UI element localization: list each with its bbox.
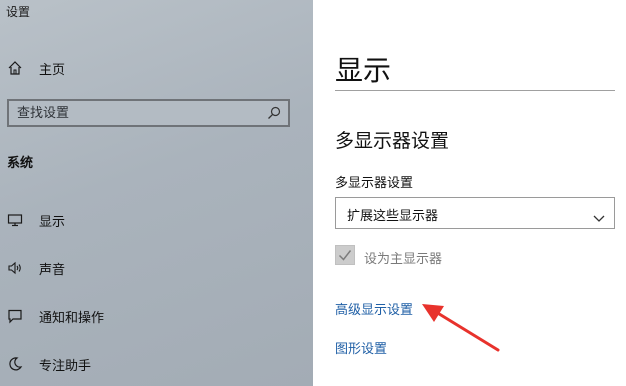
multiple-displays-dropdown[interactable]: 扩展这些显示器 [335,197,615,229]
title-divider [335,90,615,91]
monitor-icon [7,212,23,228]
red-arrow-annotation [422,304,500,352]
sidebar-item-focus-assist[interactable]: 专注助手 [0,349,313,379]
sidebar-item-home[interactable]: 主页 [0,53,313,83]
search-icon[interactable] [266,105,282,121]
sidebar-item-display[interactable]: 显示 [0,205,313,235]
sidebar-item-label: 显示 [39,214,66,230]
notification-icon [7,308,23,324]
sidebar-item-label: 通知和操作 [39,310,105,326]
sidebar-item-notifications[interactable]: 通知和操作 [0,301,313,331]
page-title: 显示 [335,54,392,87]
search-box[interactable] [7,99,290,127]
speaker-icon [7,260,23,276]
sidebar-item-label: 专注助手 [39,358,92,374]
sidebar-section-label: 系统 [7,156,34,171]
advanced-display-settings-link[interactable]: 高级显示设置 [335,299,413,318]
search-input[interactable] [13,101,262,125]
dropdown-label: 多显示器设置 [335,176,414,191]
dropdown-value: 扩展这些显示器 [347,209,439,224]
moon-icon [7,356,23,372]
window-title: 设置 [6,5,31,19]
sidebar-item-label: 主页 [39,62,66,78]
main-display-checkbox[interactable] [335,245,355,265]
sidebar: 设置 主页 系统 显示 声音 通知和操作 专注助手 [0,0,313,386]
graphics-settings-link[interactable]: 图形设置 [335,338,387,357]
sidebar-item-sound[interactable]: 声音 [0,253,313,283]
checkbox-label: 设为主显示器 [364,252,443,267]
home-icon [7,60,23,76]
sidebar-item-label: 声音 [39,262,66,278]
chevron-down-icon [593,208,605,222]
section-title: 多显示器设置 [335,130,450,152]
checkmark-icon [338,250,352,261]
